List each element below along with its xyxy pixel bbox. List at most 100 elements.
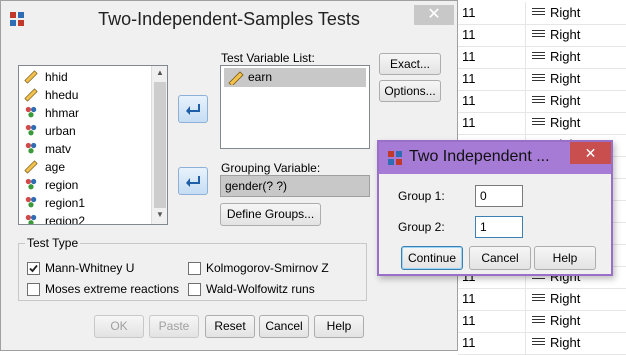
close-button[interactable]: ✕ [570,142,611,164]
table-row[interactable]: 11 Right [458,68,626,91]
ruler-icon [228,71,244,85]
reset-button[interactable]: Reset [205,315,255,338]
arrow-right-icon [186,176,200,187]
table-cell[interactable]: Right [526,310,626,332]
table-cell[interactable]: 11 [458,288,526,310]
define-groups-button[interactable]: Define Groups... [220,203,321,226]
source-variable-list[interactable]: hhid hhedu hhmar urban matv age region region1 r… [18,65,168,225]
define-groups-title-bar: Two Independent ... ✕ [379,142,611,174]
scrollbar-thumb[interactable] [154,82,166,208]
nominal-icon [25,196,37,208]
ruler-icon [24,88,38,102]
table-cell[interactable]: 11 [458,68,526,90]
exact-button[interactable]: Exact... [379,53,441,75]
cancel-button[interactable]: Cancel [259,315,309,338]
table-cell[interactable]: 11 [458,2,526,24]
align-left-icon [532,30,545,40]
table-cell[interactable]: 11 [458,24,526,46]
checkmark-icon [29,264,38,273]
cell-label: Right [550,335,581,350]
variable-name: hhid [45,70,68,84]
variable-name: region1 [45,196,86,210]
help-button[interactable]: Help [314,315,364,338]
variable-name: hhmar [45,106,80,120]
ok-button[interactable]: OK [94,315,144,338]
table-cell[interactable]: Right [526,112,626,134]
align-left-icon [532,52,545,62]
cell-label: Right [550,27,581,42]
variable-name: urban [45,124,76,138]
variable-name: hhedu [45,88,79,102]
move-to-grouping-button[interactable] [178,167,208,195]
cell-label: Right [550,115,581,130]
table-cell[interactable]: 11 [458,90,526,112]
nominal-icon [25,178,37,190]
moses-label: Moses extreme reactions [45,282,180,296]
table-cell[interactable]: Right [526,68,626,90]
table-cell[interactable]: Right [526,46,626,68]
table-row[interactable]: 11Right [458,332,626,355]
cell-label: Right [550,93,581,108]
group2-label: Group 2: [398,220,445,234]
kolmogorov-smirnov-checkbox[interactable] [188,262,201,275]
kolmogorov-smirnov-label: Kolmogorov-Smirnov Z [206,261,329,275]
list-item[interactable]: earn [224,68,366,87]
test-variable-list[interactable]: earn [220,65,370,149]
define-groups-title: Two Independent ... [409,148,550,165]
close-button[interactable]: ✕ [414,5,454,25]
align-left-icon [532,316,545,326]
paste-button[interactable]: Paste [149,315,199,338]
ruler-icon [24,70,38,84]
table-cell[interactable]: 11 [458,112,526,134]
wald-wolfowitz-checkbox[interactable] [188,283,201,296]
table-cell[interactable]: Right [526,288,626,310]
arrow-right-icon [186,104,200,115]
test-variable-list-label: Test Variable List: [221,51,315,65]
align-left-icon [532,74,545,84]
variable-name: region [45,178,79,192]
nominal-icon [25,124,37,136]
table-cell[interactable]: 11 [458,310,526,332]
cell-label: Right [550,291,581,306]
test-type-label: Test Type [25,236,81,250]
move-to-test-list-button[interactable] [178,95,208,123]
group1-label: Group 1: [398,189,445,203]
variable-name: region2 [45,214,86,225]
grouping-variable-field[interactable]: gender(? ?) [220,175,370,197]
table-row[interactable]: 11Right [458,310,626,333]
align-left-icon [532,96,545,106]
table-row[interactable]: 11 Right [458,2,626,25]
table-row[interactable]: 11 Right [458,288,626,311]
cell-label: Right [550,5,581,20]
align-left-icon [532,294,545,304]
continue-button[interactable]: Continue [401,246,463,270]
group2-input[interactable]: 1 [475,216,523,238]
options-button[interactable]: Options... [379,80,441,102]
group1-input[interactable]: 0 [475,185,523,207]
dialog-title: Two-Independent-Samples Tests [98,9,360,29]
scroll-up-icon[interactable]: ▲ [154,68,166,80]
table-row[interactable]: 11 Right [458,90,626,113]
table-row[interactable]: 11 Right [458,112,626,135]
cell-label: Right [550,49,581,64]
scroll-down-icon[interactable]: ▼ [154,210,166,222]
align-left-icon [532,118,545,128]
table-cell[interactable]: Right [526,90,626,112]
table-cell[interactable]: Right [526,24,626,46]
moses-checkbox[interactable] [27,283,40,296]
dialog-title-bar: Two-Independent-Samples Tests ✕ [1,1,457,37]
mann-whitney-checkbox[interactable] [27,262,40,275]
nominal-icon [25,214,37,224]
table-row[interactable]: 11 Right [458,24,626,47]
mann-whitney-label: Mann-Whitney U [45,261,135,275]
table-cell[interactable]: Right [526,2,626,24]
table-row[interactable]: 11 Right [458,46,626,69]
cancel-button[interactable]: Cancel [469,246,531,270]
wald-wolfowitz-label: Wald-Wolfowitz runs [206,282,315,296]
cell-label: Right [550,71,581,86]
help-button[interactable]: Help [534,246,596,270]
scrollbar[interactable]: ▲ ▼ [151,66,167,224]
table-cell[interactable]: 11 [458,46,526,68]
nominal-icon [25,142,37,154]
variable-name: age [45,160,66,174]
